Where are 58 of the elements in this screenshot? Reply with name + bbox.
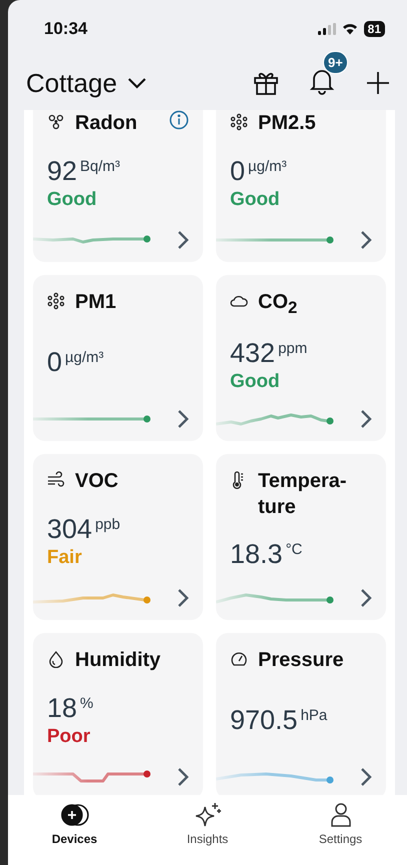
- sensor-value: 0: [230, 155, 246, 187]
- status-time: 10:34: [44, 19, 88, 39]
- overlapping-circles-plus-icon: [60, 802, 90, 828]
- location-dropdown[interactable]: Cottage: [26, 68, 148, 98]
- radon-icon: [47, 113, 65, 131]
- sensor-value: 18: [47, 692, 78, 724]
- wind-icon: [47, 471, 65, 489]
- sensor-title: PM2.5: [258, 111, 317, 136]
- sensor-unit: µg/m³: [65, 349, 104, 366]
- sensor-title: PM1: [75, 290, 118, 315]
- sensor-unit: ppb: [95, 516, 120, 533]
- sensor-value: 970.5: [230, 704, 298, 736]
- gift-icon[interactable]: [253, 70, 279, 96]
- chevron-down-icon: [127, 77, 148, 89]
- particles-icon: [230, 113, 248, 131]
- particles-icon: [47, 292, 65, 310]
- notification-badge: 9+: [323, 50, 348, 74]
- info-icon[interactable]: [169, 110, 189, 130]
- chevron-right-icon: [177, 230, 189, 250]
- chevron-right-icon: [177, 409, 189, 429]
- status-label: Good: [47, 189, 98, 211]
- battery-level: 81: [364, 21, 385, 37]
- sensor-title: Humidity: [75, 648, 162, 673]
- sensor-unit: Bq/m³: [80, 158, 120, 175]
- sensor-unit: °C: [286, 541, 302, 558]
- sensor-value: 432: [230, 337, 276, 369]
- sensor-title: CO$_{2}$: [258, 290, 298, 319]
- status-label: Good: [230, 189, 281, 211]
- sensor-value: 0: [47, 346, 62, 378]
- chevron-right-icon: [360, 767, 372, 787]
- plus-icon[interactable]: [365, 70, 391, 96]
- drop-icon: [47, 650, 65, 668]
- sensor-value: 18.3: [230, 538, 283, 570]
- sensor-title: Pressure: [258, 648, 345, 673]
- wifi-icon: [342, 23, 358, 35]
- sensor-unit: µg/m³: [248, 158, 287, 175]
- gauge-icon: [230, 650, 248, 668]
- sensor-card[interactable]: Humidity 18% Poor: [33, 633, 203, 795]
- sensor-value: 92: [47, 155, 78, 187]
- chevron-right-icon: [177, 588, 189, 608]
- settings-tab[interactable]: Settings: [296, 801, 386, 847]
- chevron-right-icon: [360, 588, 372, 608]
- chevron-right-icon: [360, 230, 372, 250]
- chevron-right-icon: [360, 409, 372, 429]
- sensor-title: Radon: [75, 111, 138, 136]
- chevron-right-icon: [177, 767, 189, 787]
- insights-tab[interactable]: Insights: [162, 801, 252, 847]
- status-label: Good: [230, 371, 281, 393]
- sensor-title: Tempera-ture: [258, 469, 348, 520]
- sensor-title: VOC: [75, 469, 120, 494]
- devices-tab[interactable]: Devices: [30, 801, 120, 847]
- status-label: Poor: [47, 726, 92, 748]
- status-label: Fair: [47, 547, 83, 569]
- sensor-unit: ppm: [278, 340, 308, 357]
- signal-icon: [318, 23, 336, 35]
- sensor-value: 304: [47, 513, 92, 545]
- sensor-unit: %: [80, 695, 94, 712]
- sensor-unit: hPa: [300, 707, 328, 724]
